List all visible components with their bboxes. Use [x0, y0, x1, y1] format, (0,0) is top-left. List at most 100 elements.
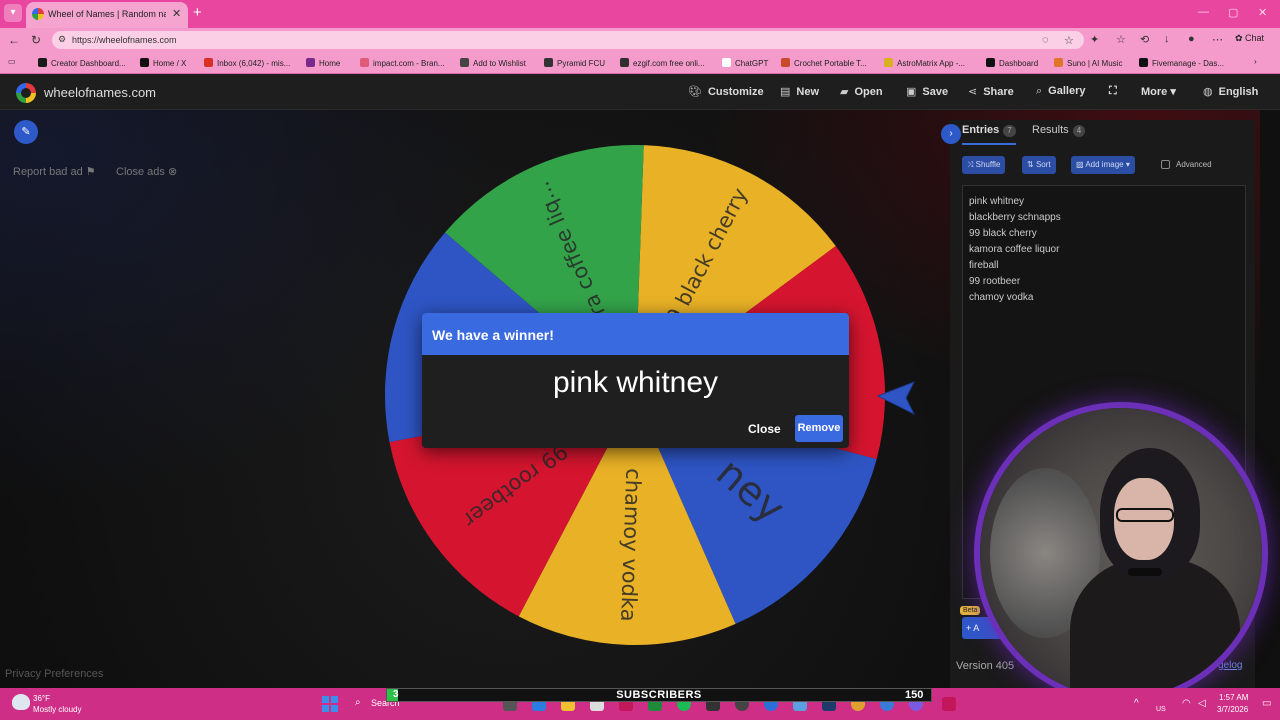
entry-line: 99 black cherry — [969, 228, 1037, 239]
search-icon[interactable]: ⌕ — [355, 697, 361, 708]
bookmark-item[interactable]: Creator Dashboard... — [38, 58, 126, 68]
bookmark-label: ChatGPT — [735, 59, 769, 68]
bookmark-item[interactable]: Inbox (6,042) - mis... — [204, 58, 290, 68]
url-field[interactable]: ⚙ https://wheelofnames.com ◌ ☆ — [52, 31, 1084, 49]
profile-icon[interactable]: ● — [1188, 33, 1195, 45]
add-image-button[interactable]: ▨ Add image ▾ — [1071, 156, 1135, 174]
bookmark-item[interactable]: AstroMatrix App -... — [884, 58, 965, 68]
entry-line: blackberry schnapps — [969, 212, 1061, 223]
tab-entries[interactable]: Entries 7 — [962, 124, 1016, 145]
webcam-person-body — [1070, 558, 1240, 698]
bookmark-item[interactable]: Home / X — [140, 58, 186, 68]
downloads-icon[interactable]: ↓ — [1164, 33, 1170, 45]
save-button[interactable]: ▣ Save — [906, 85, 948, 98]
keyboard-language[interactable]: US — [1156, 706, 1166, 713]
close-button[interactable]: Close — [748, 422, 781, 436]
site-header: wheelofnames.com 🎨︎ Customize ▤ New ▰ Open … — [0, 74, 1280, 110]
gallery-label: Gallery — [1048, 85, 1086, 97]
subscriber-label: SUBSCRIBERS — [616, 689, 702, 701]
sort-button[interactable]: ⇅ Sort — [1022, 156, 1056, 174]
tab-search-icon[interactable]: ▾ — [4, 4, 22, 22]
back-icon[interactable]: ← — [8, 33, 20, 47]
bookmark-item[interactable]: Add to Wishlist — [460, 58, 526, 68]
favorites-icon[interactable]: ☆ — [1116, 33, 1126, 46]
reload-icon[interactable]: ↻ — [31, 33, 41, 47]
close-ads-link[interactable]: Close ads ⊗ — [116, 165, 177, 178]
favorite-star-icon[interactable]: ☆ — [1064, 34, 1074, 47]
clock-time[interactable]: 1:57 AM — [1219, 693, 1248, 702]
image-icon: ▨ — [1076, 160, 1084, 169]
subscriber-goal-bar: 3 SUBSCRIBERS 150 — [386, 688, 932, 702]
bookmark-item[interactable]: Suno | AI Music — [1054, 58, 1122, 68]
edit-pencil-icon[interactable]: ✎ — [14, 120, 38, 144]
entry-line: kamora coffee liquor — [969, 244, 1060, 255]
windows-start-icon[interactable] — [322, 696, 338, 712]
bookmarks-overflow-icon[interactable]: › — [1254, 57, 1257, 66]
bookmark-item[interactable]: ezgif.com free onli... — [620, 58, 705, 68]
privacy-preferences-link[interactable]: Privacy Preferences — [5, 668, 103, 680]
entry-line: pink whitney — [969, 196, 1025, 207]
history-icon[interactable]: ⟲ — [1140, 33, 1149, 46]
bookmark-favicon-icon — [360, 58, 369, 67]
bookmarks-menu-icon[interactable]: ▭ — [8, 57, 16, 66]
bookmark-item[interactable]: Fivemanage - Das... — [1139, 58, 1224, 68]
fullscreen-icon[interactable]: ⛶ — [1109, 85, 1117, 98]
advanced-checkbox[interactable] — [1161, 160, 1170, 169]
customize-button[interactable]: 🎨︎ Customize — [688, 85, 764, 98]
bookmark-favicon-icon — [1139, 58, 1148, 67]
chevron-down-icon: ▾ — [1170, 86, 1176, 98]
bookmark-item[interactable]: impact.com - Bran... — [360, 58, 445, 68]
winner-name: pink whitney — [552, 366, 719, 399]
volume-icon[interactable]: ◁ — [1198, 698, 1206, 709]
notifications-icon[interactable]: ▭ — [1262, 698, 1271, 709]
bookmark-item[interactable]: Pyramid FCU — [544, 58, 605, 68]
wheel-logo-icon[interactable] — [16, 83, 36, 103]
remove-button[interactable]: Remove — [795, 415, 843, 442]
reader-icon[interactable]: ◌ — [1042, 34, 1049, 46]
site-info-icon[interactable]: ⚙ — [58, 34, 66, 45]
tab-close-icon[interactable]: ✕ — [172, 7, 181, 20]
bookmark-item[interactable]: ChatGPT — [722, 58, 768, 68]
bookmark-item[interactable]: Home — [306, 58, 340, 68]
share-button[interactable]: ⋖ Share — [968, 85, 1014, 98]
bookmark-item[interactable]: Dashboard — [986, 58, 1038, 68]
tab-title: Wheel of Names | Random name — [48, 9, 166, 19]
copilot-chat-button[interactable]: ✿ Chat — [1235, 33, 1264, 44]
dialog-title: We have a winner! — [432, 327, 554, 343]
bookmark-favicon-icon — [140, 58, 149, 67]
bookmark-favicon-icon — [781, 58, 790, 67]
open-button[interactable]: ▰ Open — [840, 85, 883, 98]
save-label: Save — [922, 86, 949, 98]
tray-overflow-icon[interactable]: ^ — [1134, 698, 1139, 709]
clock-date[interactable]: 3/7/2026 — [1217, 705, 1248, 714]
windows-taskbar: 36°F Mostly cloudy ⌕ Search 3 SUBSCRIBER… — [0, 688, 1280, 720]
share-label: Share — [983, 86, 1014, 98]
collapse-panel-icon[interactable]: › — [941, 124, 961, 144]
shuffle-button[interactable]: ⤨ Shuffle — [962, 156, 1006, 174]
window-close-icon[interactable]: ✕ — [1258, 6, 1267, 19]
language-label: English — [1218, 86, 1259, 98]
maximize-icon[interactable]: ▢ — [1228, 6, 1238, 19]
site-name[interactable]: wheelofnames.com — [44, 85, 156, 100]
new-button[interactable]: ▤ New — [780, 85, 819, 98]
language-button[interactable]: ◍ English — [1203, 85, 1258, 98]
tab-results[interactable]: Results 4 — [1032, 124, 1086, 137]
bookmark-item[interactable]: Crochet Portable T... — [781, 58, 867, 68]
more-menu-button[interactable]: More ▾ — [1141, 85, 1176, 98]
report-bad-ad-link[interactable]: Report bad ad ⚑ — [13, 165, 96, 178]
extensions-icon[interactable]: ✦ — [1090, 33, 1099, 46]
browser-tab[interactable]: Wheel of Names | Random name ✕ — [26, 2, 188, 28]
weather-cloud-icon[interactable] — [12, 694, 30, 710]
gallery-button[interactable]: ⌕ Gallery — [1036, 85, 1085, 98]
app-icon[interactable] — [942, 697, 956, 711]
more-icon[interactable]: ⋯ — [1212, 33, 1223, 46]
bookmark-favicon-icon — [460, 58, 469, 67]
weather-temperature[interactable]: 36°F — [33, 694, 50, 703]
minimize-icon[interactable]: — — [1198, 6, 1209, 18]
wifi-icon[interactable]: ◠ — [1182, 698, 1191, 709]
bookmark-label: Suno | AI Music — [1067, 59, 1123, 68]
weather-description[interactable]: Mostly cloudy — [33, 705, 81, 714]
bookmark-label: Creator Dashboard... — [51, 59, 126, 68]
new-tab-icon[interactable]: + — [193, 4, 202, 21]
bookmark-label: Home — [319, 59, 341, 68]
